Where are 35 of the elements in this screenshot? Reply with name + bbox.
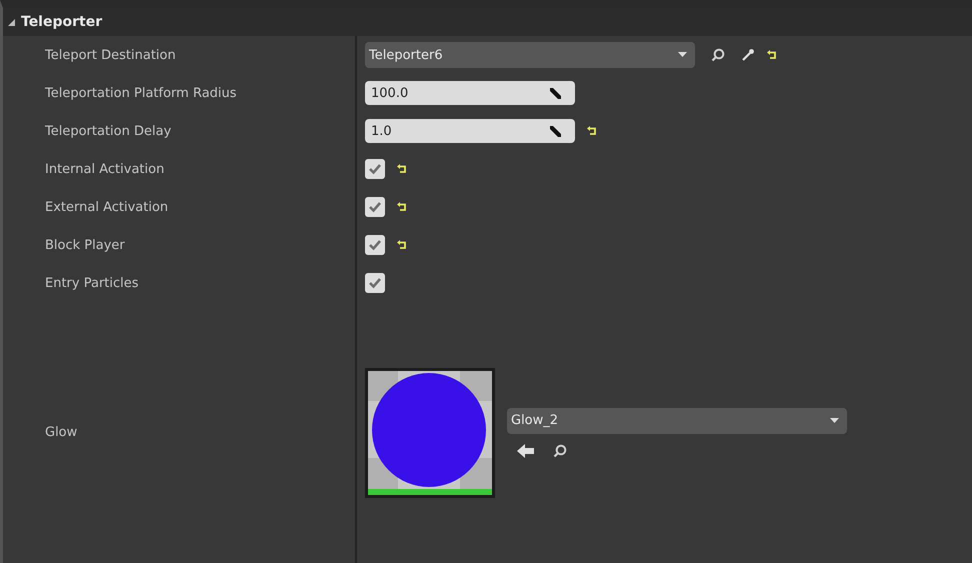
- reset-icon[interactable]: [397, 164, 408, 174]
- checkbox[interactable]: [365, 197, 385, 217]
- reset-icon[interactable]: [397, 240, 408, 250]
- property-label: External Activation: [45, 200, 168, 214]
- object-dropdown[interactable]: Teleporter6: [365, 42, 695, 68]
- drag-handle-icon: [550, 88, 561, 98]
- checkbox[interactable]: [365, 235, 385, 255]
- property-label: Internal Activation: [45, 162, 164, 176]
- search-icon[interactable]: [553, 444, 567, 458]
- collapse-arrow-icon[interactable]: [7, 18, 16, 26]
- reset-icon[interactable]: [587, 126, 598, 136]
- property-label: Teleportation Platform Radius: [45, 86, 237, 100]
- number-field[interactable]: 1.0: [365, 119, 575, 143]
- property-label: Block Player: [45, 238, 125, 252]
- property-label: Teleportation Delay: [45, 124, 172, 138]
- check-icon: [368, 201, 382, 213]
- reset-icon[interactable]: [397, 202, 408, 212]
- dropdown-arrow-icon: [830, 418, 839, 424]
- checkbox[interactable]: [365, 159, 385, 179]
- check-icon: [368, 163, 382, 175]
- check-icon: [368, 239, 382, 251]
- eyedropper-icon[interactable]: [741, 48, 755, 62]
- search-icon[interactable]: [711, 48, 725, 62]
- section-title: Teleporter: [21, 14, 102, 30]
- reset-icon[interactable]: [767, 50, 778, 60]
- asset-dropdown[interactable]: Glow_2: [507, 408, 847, 434]
- back-arrow-icon[interactable]: [517, 444, 535, 458]
- property-label: Teleport Destination: [45, 48, 176, 62]
- dropdown-arrow-icon: [678, 52, 687, 58]
- number-field[interactable]: 100.0: [365, 81, 575, 105]
- check-icon: [368, 277, 382, 289]
- property-label: Glow: [45, 425, 78, 440]
- drag-handle-icon: [550, 126, 561, 136]
- checkbox[interactable]: [365, 273, 385, 293]
- property-label: Entry Particles: [45, 276, 139, 290]
